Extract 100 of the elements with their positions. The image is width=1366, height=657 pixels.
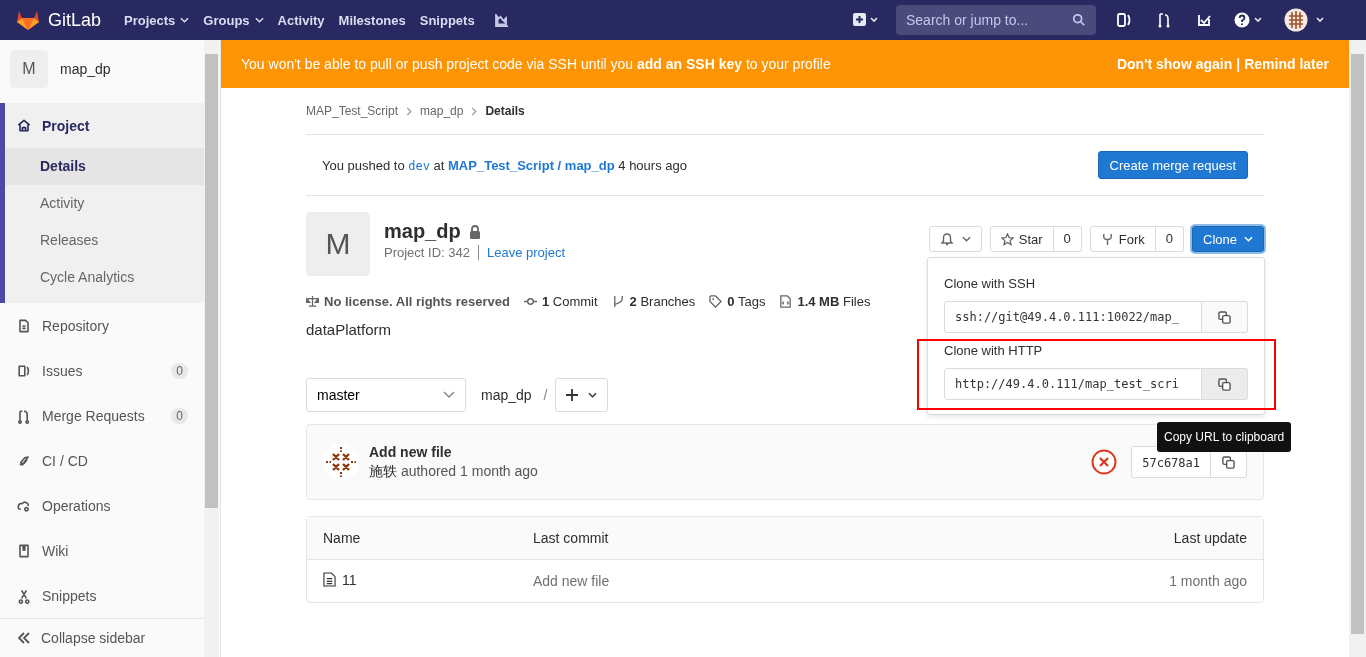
column-header: Name: [323, 530, 361, 546]
project-title: map_dp: [384, 220, 461, 243]
create-merge-request-button[interactable]: Create merge request: [1097, 151, 1248, 179]
nav-link[interactable]: Snippets: [412, 12, 482, 28]
path-link[interactable]: map_dp: [481, 387, 532, 403]
scale-icon: [306, 295, 319, 308]
caret-icon: [1244, 236, 1253, 242]
chart-icon[interactable]: [493, 12, 509, 28]
bell-icon: [939, 232, 954, 246]
nav-link[interactable]: Projects: [117, 12, 197, 28]
plus-menu-icon[interactable]: [852, 13, 880, 27]
project-stat[interactable]: 1.4 MB Files: [779, 294, 871, 309]
project-stat[interactable]: 1 Commit: [523, 294, 598, 309]
push-notice: You pushed to dev at MAP_Test_Script / map_dp 4 hours ago: [322, 157, 687, 173]
copy-url-button[interactable]: [1202, 301, 1248, 333]
project-stat[interactable]: 2 Branches: [611, 294, 696, 309]
double-chevron-icon: [16, 630, 32, 646]
clone-option-label: Clone with HTTP: [944, 343, 1044, 358]
sidebar-item[interactable]: Merge Requests 0: [0, 393, 204, 438]
clone-url-field[interactable]: ssh://git@49.4.0.111:10022/map_: [944, 301, 1202, 333]
commit-link[interactable]: Add new file: [533, 573, 610, 589]
sidebar-item[interactable]: Project: [5, 103, 204, 148]
fork-icon: [1100, 232, 1114, 246]
nav-link[interactable]: Milestones: [331, 12, 413, 28]
project-stat: No license. All rights reserved: [306, 294, 510, 309]
notification-button[interactable]: [928, 226, 982, 252]
nav-link[interactable]: Activity: [270, 12, 332, 28]
star-button[interactable]: Star: [989, 226, 1054, 252]
branch-link[interactable]: dev: [408, 158, 430, 173]
project-name[interactable]: map_dp: [60, 61, 111, 77]
sidebar-subitem[interactable]: Details: [5, 148, 204, 185]
fork-button[interactable]: Fork: [1089, 226, 1156, 252]
sidebar-subitem[interactable]: Cycle Analytics: [5, 259, 204, 296]
project-stat[interactable]: 0 Tags: [709, 294, 766, 309]
sidebar-item[interactable]: Operations: [0, 483, 204, 528]
caret-icon: [961, 236, 971, 242]
breadcrumb-link[interactable]: map_dp: [420, 104, 464, 118]
help-menu-icon[interactable]: [1234, 12, 1264, 28]
merge-request-icon[interactable]: [1156, 12, 1172, 28]
sidebar-item[interactable]: Repository: [0, 303, 204, 348]
sidebar-subitem[interactable]: Activity: [5, 185, 204, 222]
sidebar-item[interactable]: Snippets: [0, 573, 204, 618]
sidebar-subitem[interactable]: Releases: [5, 222, 204, 259]
tag-icon: [709, 295, 723, 308]
caret-icon: [588, 392, 598, 398]
plus-icon: [566, 389, 579, 401]
commit-icon: [523, 295, 537, 308]
user-avatar-icon[interactable]: [1284, 8, 1326, 32]
fork-count[interactable]: 0: [1155, 226, 1185, 252]
file-icon: [323, 572, 336, 588]
star-icon: [1000, 232, 1014, 246]
search-field[interactable]: Search or jump to...: [896, 5, 1096, 35]
separator-text: |: [1236, 56, 1241, 72]
leave-project-link[interactable]: Leave project: [479, 245, 566, 260]
sidebar-item[interactable]: CI / CD: [0, 438, 204, 483]
clone-button[interactable]: Clone: [1192, 226, 1264, 252]
search-icon: [1072, 13, 1086, 27]
scissors-icon: [16, 587, 32, 604]
brand-name[interactable]: GitLab: [48, 9, 102, 31]
file-link[interactable]: 11: [342, 571, 357, 588]
issues-icon: [16, 362, 32, 379]
sidebar-item[interactable]: Issues 0: [0, 348, 204, 393]
caret-icon: [254, 17, 264, 23]
page-scrollbar[interactable]: [1349, 40, 1366, 657]
path-separator: /: [543, 387, 548, 403]
banner-message: You won't be able to pull or push project code via SSH until you add an SSH key to your profile: [241, 56, 832, 72]
project-avatar: M: [306, 212, 370, 276]
user-avatar-icon[interactable]: [323, 444, 359, 480]
star-count[interactable]: 0: [1053, 226, 1082, 252]
commit-meta: 施轶 authored 1 month ago: [369, 462, 538, 481]
fox-logo-icon[interactable]: [16, 9, 40, 31]
count-badge: 0: [171, 362, 188, 379]
document-icon: [16, 317, 32, 334]
tooltip: Copy URL to clipboard: [1157, 422, 1292, 452]
branch-select[interactable]: master: [306, 378, 466, 412]
add-menu-button[interactable]: [555, 378, 609, 412]
failed-status-icon[interactable]: [1091, 449, 1118, 475]
house-icon: [16, 117, 32, 134]
chevron-icon: [471, 106, 478, 116]
branch-icon: [611, 295, 625, 308]
column-header: Last commit: [533, 530, 609, 546]
project-link[interactable]: MAP_Test_Script / map_dp: [448, 157, 615, 173]
caret-icon: [180, 17, 190, 23]
breadcrumb-link[interactable]: MAP_Test_Script: [306, 104, 399, 118]
clone-url-field[interactable]: http://49.4.0.111/map_test_scri: [944, 368, 1202, 400]
sidebar-scrollbar[interactable]: [204, 40, 219, 657]
author-link[interactable]: 施轶: [369, 462, 397, 479]
todo-icon[interactable]: [1196, 12, 1212, 28]
project-avatar[interactable]: M: [10, 50, 48, 88]
sidebar-item[interactable]: Wiki: [0, 528, 204, 573]
book-icon: [16, 542, 32, 559]
clone-option-label: Clone with SSH: [944, 276, 1037, 291]
copy-url-button[interactable]: [1202, 368, 1248, 400]
copy-icon: [1218, 377, 1231, 391]
update-time: 1 month ago: [1169, 573, 1247, 589]
breadcrumb-link[interactable]: Details: [485, 104, 525, 118]
commit-title[interactable]: Add new file: [369, 443, 538, 460]
merge-request-icon: [16, 407, 32, 424]
issues-icon[interactable]: [1116, 12, 1132, 28]
nav-link[interactable]: Groups: [196, 12, 271, 28]
